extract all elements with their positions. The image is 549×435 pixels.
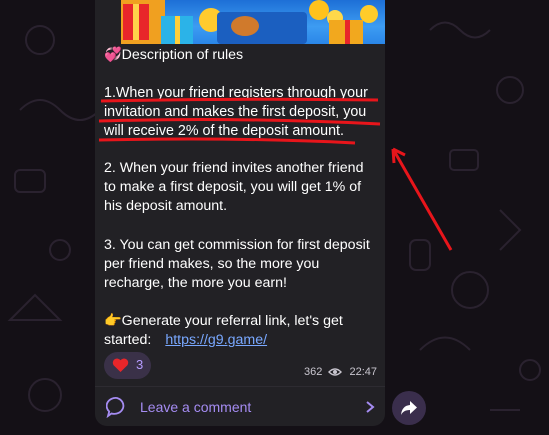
leave-comment-button[interactable]: Leave a comment [95, 386, 385, 426]
referral-link-paragraph: 👉Generate your referral link, let's get … [104, 312, 379, 350]
leave-comment-label: Leave a comment [140, 399, 252, 415]
share-arrow-icon [401, 401, 417, 415]
gift-boxes-illustration [121, 0, 378, 44]
referral-link[interactable]: https://g9.game/ [165, 332, 267, 348]
message-time: 22:47 [349, 366, 377, 379]
post-image[interactable] [121, 0, 385, 44]
rule-3-text: 3. You can get commission for first depo… [104, 237, 370, 291]
rule-2-text: 2. When your friend invites another frie… [104, 160, 364, 214]
reaction-count: 3 [136, 357, 144, 372]
rule-1-text: 1.When your friend registers through you… [104, 85, 368, 139]
eye-icon [328, 368, 343, 376]
heart-icon [112, 358, 129, 372]
view-count: 362 [303, 366, 323, 379]
reaction-heart-button[interactable]: 3 [104, 352, 151, 379]
comment-bubble-icon [106, 397, 125, 418]
chevron-right-icon [366, 401, 375, 413]
forward-share-button[interactable] [392, 391, 426, 425]
channel-post-message: 💞Description of rules 1.When your friend… [95, 0, 385, 426]
message-meta: 362 22:47 [304, 366, 377, 378]
rules-heading: 💞Description of rules [104, 47, 244, 63]
